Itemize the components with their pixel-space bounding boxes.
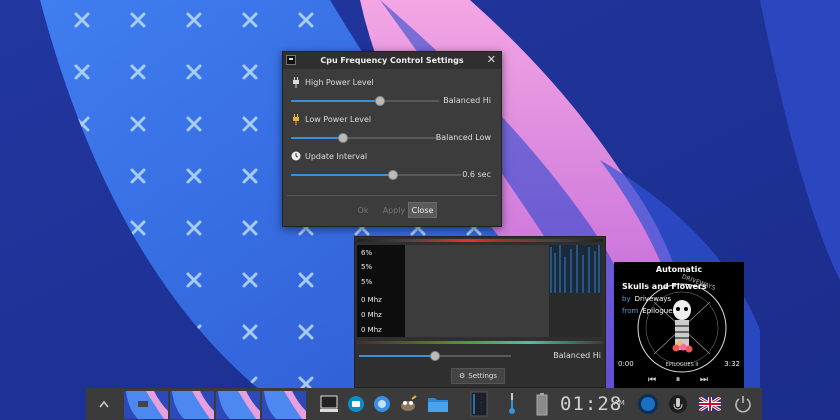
power-icon[interactable] [730, 388, 756, 420]
low-power-value: Balanced Low [435, 133, 491, 142]
close-icon[interactable]: ✕ [487, 53, 496, 66]
power-level-slider[interactable] [359, 350, 511, 362]
dialog-title: Cpu Frequency Control Settings [320, 56, 464, 65]
cpu-frequency-readout: 0 Mhz [361, 311, 382, 319]
browser-icon[interactable] [370, 388, 394, 420]
desktop-thumbnail[interactable] [170, 391, 214, 419]
close-button[interactable]: Close [408, 202, 437, 218]
cpu-history-graph [405, 245, 601, 337]
cpu-usage-readout: 5% [361, 263, 373, 271]
terminal-icon[interactable] [316, 388, 342, 420]
plug-icon [291, 113, 301, 125]
app-icon [286, 55, 296, 65]
taskbar: ⋮ 01:28 AM [86, 388, 762, 420]
player-title: Automatic [655, 265, 703, 274]
track-title: Skulls and Flowers [622, 282, 707, 291]
update-interval-label-row: Update Interval [291, 151, 367, 161]
cpu-frequency-readout: 0 Mhz [361, 326, 382, 334]
gear-icon: ⚙ [459, 372, 466, 380]
low-power-slider[interactable] [291, 132, 439, 144]
update-interval-value: 0.6 sec [462, 170, 491, 179]
cpu-monitor-icon[interactable]: ⋮ [466, 388, 492, 420]
folder-icon[interactable] [424, 388, 452, 420]
next-icon[interactable]: ⏭ [700, 375, 708, 385]
desktop-thumbnail[interactable] [216, 391, 260, 419]
playback-controls: ⏮ ⏸ ⏭ [648, 375, 708, 385]
battery-icon[interactable] [530, 388, 554, 420]
album-name: Epilogues [642, 307, 677, 315]
slider-handle[interactable] [430, 351, 440, 361]
slider-handle[interactable] [338, 133, 348, 143]
uk-flag-icon[interactable] [696, 388, 724, 420]
ok-button[interactable]: Ok [349, 202, 377, 218]
total-time: 3:32 [724, 360, 740, 368]
update-interval-label: Update Interval [305, 151, 368, 161]
by-label: by [622, 295, 631, 303]
clock-icon [291, 151, 301, 161]
cpu-frequency-settings-dialog: Cpu Frequency Control Settings ✕ High Po… [282, 51, 502, 227]
up-arrow-icon[interactable] [92, 388, 116, 420]
apply-button[interactable]: Apply [377, 202, 411, 218]
low-power-label: Low Power Level [305, 114, 372, 124]
svg-text:⋮: ⋮ [479, 401, 483, 406]
cpu-usage-readout: 5% [361, 278, 373, 286]
pause-icon[interactable]: ⏸ [676, 375, 681, 385]
settings-label: Settings [468, 372, 497, 380]
frequency-bar [357, 341, 603, 344]
slider-handle[interactable] [388, 170, 398, 180]
from-label: from [622, 307, 639, 315]
clock[interactable]: 01:28 [560, 391, 622, 417]
previous-icon[interactable]: ⏮ [648, 375, 656, 385]
desktop-thumbnail[interactable] [124, 391, 168, 419]
plug-icon [291, 76, 301, 88]
update-interval-slider[interactable] [291, 169, 461, 181]
divider [287, 195, 497, 196]
high-power-label: High Power Level [305, 77, 374, 87]
power-level-value: Balanced Hi [553, 351, 601, 360]
artist-name: Driveways [634, 295, 672, 303]
cpu-monitor-popup: 6% 5% 5% 0 Mhz 0 Mhz 0 Mhz Balanced Hi ⚙… [354, 236, 606, 388]
slider-handle[interactable] [375, 96, 385, 106]
high-power-slider[interactable] [291, 95, 439, 107]
cpu-usage-readout: 6% [361, 249, 373, 257]
clock-ampm: AM [614, 399, 625, 407]
dialog-titlebar[interactable]: Cpu Frequency Control Settings ✕ [283, 52, 501, 69]
album-art-subtext: EPILOGUES II [666, 362, 699, 368]
high-power-value: Balanced Hi [443, 96, 491, 105]
elapsed-time: 0:00 [618, 360, 634, 368]
monitor-readouts: 6% 5% 5% 0 Mhz 0 Mhz 0 Mhz [357, 245, 405, 337]
moon-icon[interactable] [634, 388, 662, 420]
high-power-label-row: High Power Level [291, 76, 374, 88]
artist-line: by Driveways [622, 295, 671, 303]
cpu-frequency-readout: 0 Mhz [361, 296, 382, 304]
album-line: from Epilogues [622, 307, 676, 315]
media-player-widget: EPILOGUES II DRIVEWAYS Automatic Skulls … [614, 262, 744, 390]
cpu-usage-bar [357, 239, 603, 242]
low-power-label-row: Low Power Level [291, 113, 372, 125]
settings-button[interactable]: ⚙ Settings [451, 368, 505, 384]
thermometer-icon[interactable] [502, 388, 522, 420]
microphone-icon[interactable] [666, 388, 690, 420]
desktop-thumbnail[interactable] [262, 391, 306, 419]
gimp-icon[interactable] [396, 388, 420, 420]
messenger-icon[interactable] [344, 388, 368, 420]
